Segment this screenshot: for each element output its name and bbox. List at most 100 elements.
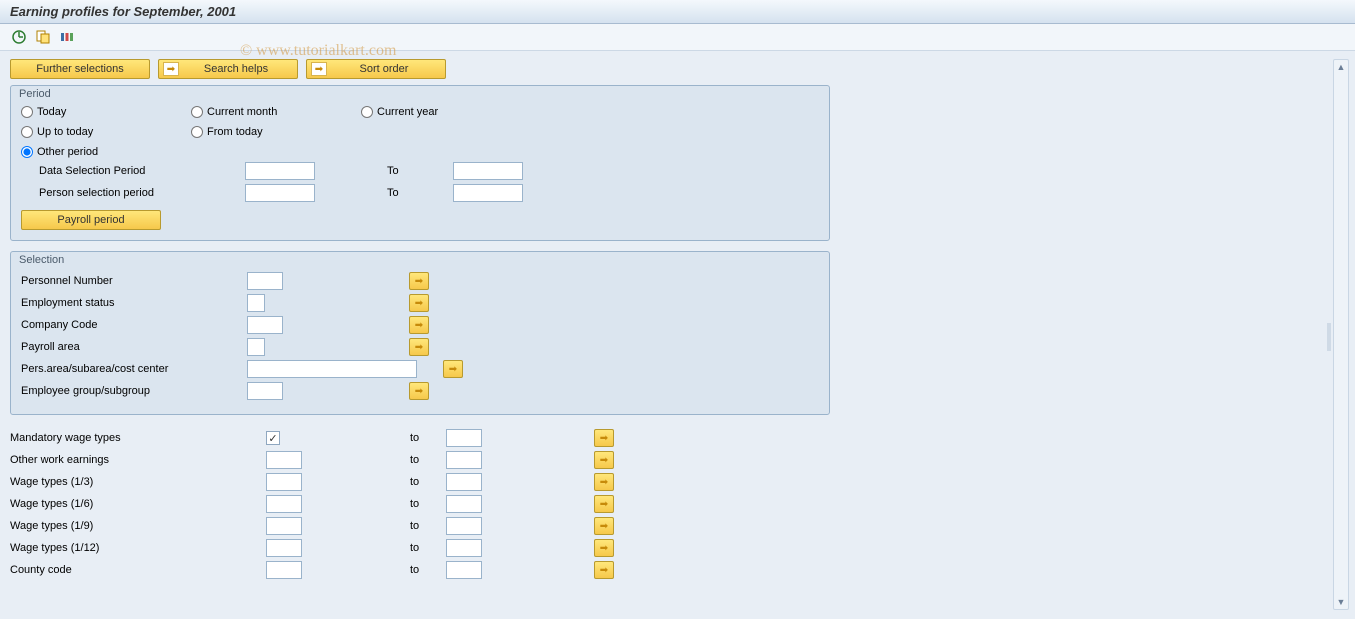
wage-from-input[interactable] xyxy=(266,517,302,535)
multiple-selection-button[interactable]: ➡ xyxy=(409,382,429,400)
radio-up-to-today[interactable]: Up to today xyxy=(21,126,191,138)
wage-type-row: Wage types (1/6)to➡ xyxy=(10,495,830,513)
multiple-selection-button[interactable]: ➡ xyxy=(409,338,429,356)
multiple-selection-button[interactable]: ➡ xyxy=(594,517,614,535)
radio-today[interactable]: Today xyxy=(21,106,191,118)
radio-up-to-today-input[interactable] xyxy=(21,126,33,138)
selection-row-label: Payroll area xyxy=(21,341,241,353)
multiple-selection-button[interactable]: ➡ xyxy=(594,473,614,491)
multiple-selection-button[interactable]: ➡ xyxy=(409,316,429,334)
wage-to-input[interactable] xyxy=(446,539,482,557)
selection-input[interactable] xyxy=(247,272,283,290)
wage-type-label: Wage types (1/9) xyxy=(10,520,260,532)
payroll-period-button[interactable]: Payroll period xyxy=(21,210,161,230)
vertical-scrollbar[interactable]: ▲ ▼ xyxy=(1333,59,1349,610)
radio-current-year-input[interactable] xyxy=(361,106,373,118)
multiple-selection-button[interactable]: ➡ xyxy=(409,272,429,290)
radio-from-today-label: From today xyxy=(207,126,263,138)
period-group: Period Today Current month Current year xyxy=(10,85,830,241)
wage-type-row: Wage types (1/3)to➡ xyxy=(10,473,830,491)
selection-row-label: Pers.area/subarea/cost center xyxy=(21,363,241,375)
wage-type-label: County code xyxy=(10,564,260,576)
to-label: to xyxy=(410,432,440,444)
page-title: Earning profiles for September, 2001 xyxy=(10,4,236,19)
selection-input[interactable] xyxy=(247,338,265,356)
arrow-right-icon: ➡ xyxy=(311,62,327,76)
scroll-hint-icon xyxy=(1327,323,1331,351)
data-selection-to-input[interactable] xyxy=(453,162,523,180)
person-selection-from-input[interactable] xyxy=(245,184,315,202)
page-title-bar: Earning profiles for September, 2001 xyxy=(0,0,1355,24)
wage-to-input[interactable] xyxy=(446,473,482,491)
multiple-selection-button[interactable]: ➡ xyxy=(594,451,614,469)
selection-row-label: Employment status xyxy=(21,297,241,309)
sort-order-button[interactable]: ➡ Sort order xyxy=(306,59,446,79)
mandatory-checkbox[interactable]: ✓ xyxy=(266,431,280,445)
period-group-title: Period xyxy=(11,86,829,100)
multiple-selection-button[interactable]: ➡ xyxy=(594,429,614,447)
multiple-selection-button[interactable]: ➡ xyxy=(443,360,463,378)
selection-input[interactable] xyxy=(247,294,265,312)
selection-row: Employment status ➡ xyxy=(21,294,819,312)
wage-types-section: Mandatory wage types✓to➡Other work earni… xyxy=(10,425,830,587)
wage-type-label: Wage types (1/3) xyxy=(10,476,260,488)
to-label: To xyxy=(387,165,447,177)
wage-to-input[interactable] xyxy=(446,517,482,535)
wage-type-row: Mandatory wage types ✓ to ➡ xyxy=(10,429,830,447)
to-label: to xyxy=(410,498,440,510)
get-variant-icon[interactable] xyxy=(34,28,52,46)
multiple-selection-button[interactable]: ➡ xyxy=(594,539,614,557)
selection-input[interactable] xyxy=(247,316,283,334)
scroll-down-icon[interactable]: ▼ xyxy=(1336,597,1346,607)
wage-from-input[interactable] xyxy=(266,561,302,579)
wage-from-input[interactable] xyxy=(266,451,302,469)
top-button-row: Further selections ➡ Search helps ➡ Sort… xyxy=(10,59,1327,79)
wage-to-input[interactable] xyxy=(446,561,482,579)
execute-icon[interactable] xyxy=(10,28,28,46)
wage-from-input[interactable] xyxy=(266,473,302,491)
radio-current-month-input[interactable] xyxy=(191,106,203,118)
radio-today-input[interactable] xyxy=(21,106,33,118)
selection-row: Pers.area/subarea/cost center ➡ xyxy=(21,360,819,378)
person-selection-period-row: Person selection period To xyxy=(21,184,819,202)
radio-from-today-input[interactable] xyxy=(191,126,203,138)
scroll-up-icon[interactable]: ▲ xyxy=(1336,62,1346,72)
data-selection-from-input[interactable] xyxy=(245,162,315,180)
selection-input[interactable] xyxy=(247,360,417,378)
wage-to-input[interactable] xyxy=(446,495,482,513)
person-selection-to-input[interactable] xyxy=(453,184,523,202)
wage-type-label: Mandatory wage types xyxy=(10,432,260,444)
further-selections-button[interactable]: Further selections xyxy=(10,59,150,79)
form-container: Further selections ➡ Search helps ➡ Sort… xyxy=(10,59,1327,614)
wage-to-input[interactable] xyxy=(446,451,482,469)
wage-type-row: County code to ➡ xyxy=(10,561,830,579)
wage-from-input[interactable] xyxy=(266,539,302,557)
radio-other-period-input[interactable] xyxy=(21,146,33,158)
selection-row-label: Personnel Number xyxy=(21,275,241,287)
payroll-period-label: Payroll period xyxy=(57,214,124,226)
wage-from-input[interactable] xyxy=(266,495,302,513)
body-area: Further selections ➡ Search helps ➡ Sort… xyxy=(0,51,1355,618)
further-selections-label: Further selections xyxy=(36,63,123,75)
selection-row: Employee group/subgroup➡ xyxy=(21,382,819,400)
multiple-selection-button[interactable]: ➡ xyxy=(594,495,614,513)
radio-up-to-today-label: Up to today xyxy=(37,126,93,138)
radio-other-period-label: Other period xyxy=(37,146,98,158)
radio-current-year[interactable]: Current year xyxy=(361,106,531,118)
wage-type-row: Wage types (1/12)to➡ xyxy=(10,539,830,557)
radio-from-today[interactable]: From today xyxy=(191,126,361,138)
radio-current-month[interactable]: Current month xyxy=(191,106,361,118)
selection-row-label: Company Code xyxy=(21,319,241,331)
multiple-selection-button[interactable]: ➡ xyxy=(409,294,429,312)
selection-group: Selection Personnel Number➡Employment st… xyxy=(10,251,830,415)
to-label: to xyxy=(410,454,440,466)
search-helps-button[interactable]: ➡ Search helps xyxy=(158,59,298,79)
to-label: to xyxy=(410,564,440,576)
table-settings-icon[interactable] xyxy=(58,28,76,46)
search-helps-label: Search helps xyxy=(185,63,287,75)
selection-input[interactable] xyxy=(247,382,283,400)
person-selection-period-label: Person selection period xyxy=(39,187,239,199)
radio-other-period[interactable]: Other period xyxy=(21,146,191,158)
multiple-selection-button[interactable]: ➡ xyxy=(594,561,614,579)
wage-to-input[interactable] xyxy=(446,429,482,447)
